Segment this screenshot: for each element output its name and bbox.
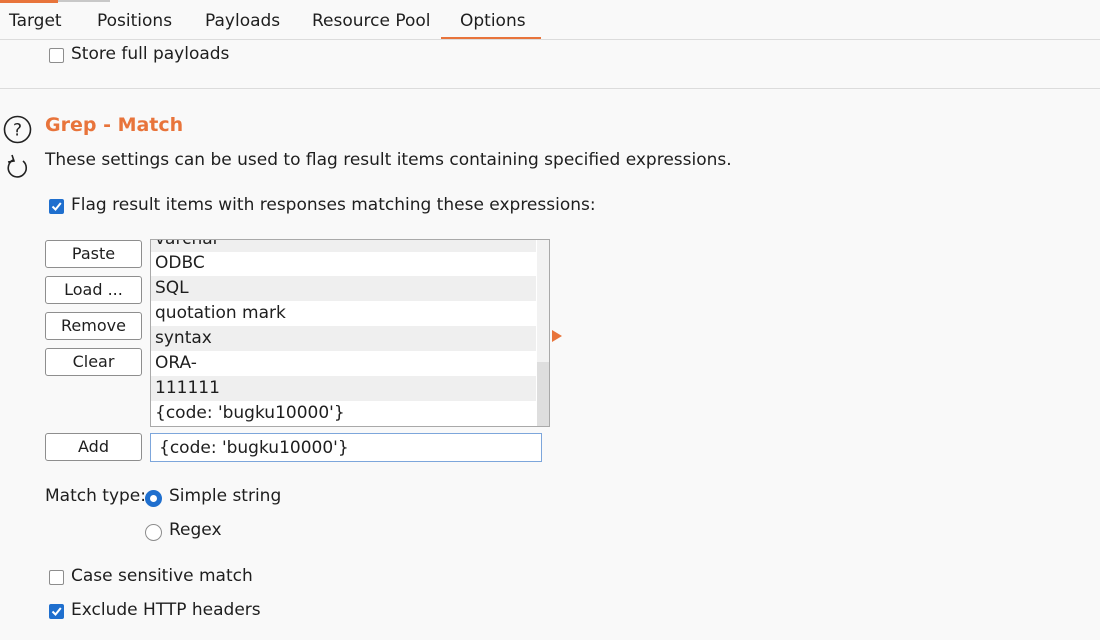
simple-string-radio[interactable] — [145, 490, 162, 507]
load-button[interactable]: Load ... — [45, 276, 142, 304]
tab-options[interactable]: Options — [441, 0, 541, 39]
paste-button[interactable]: Paste — [45, 240, 142, 268]
simple-string-label: Simple string — [169, 486, 282, 506]
remove-button[interactable]: Remove — [45, 312, 142, 340]
add-expression-input[interactable] — [150, 433, 542, 462]
section-title: Grep - Match — [45, 114, 184, 136]
list-scrollbar-thumb[interactable] — [537, 362, 549, 426]
list-item[interactable]: ORA- — [151, 351, 536, 376]
case-sensitive-label: Case sensitive match — [71, 566, 253, 586]
add-button[interactable]: Add — [45, 433, 142, 461]
case-sensitive-checkbox[interactable] — [49, 570, 64, 585]
flag-result-items-label: Flag result items with responses matchin… — [71, 195, 596, 215]
store-full-payloads-label: Store full payloads — [71, 44, 230, 64]
flag-result-items-checkbox[interactable] — [49, 199, 64, 214]
match-type-label: Match type: — [45, 486, 146, 506]
store-full-payloads-checkbox[interactable] — [49, 48, 64, 63]
list-item[interactable]: quotation mark — [151, 301, 536, 326]
regex-radio[interactable] — [145, 524, 162, 541]
svg-text:?: ? — [13, 121, 22, 141]
regex-label: Regex — [169, 520, 222, 540]
list-item[interactable]: SQL — [151, 276, 536, 301]
section-description: These settings can be used to flag resul… — [45, 150, 732, 170]
list-item[interactable]: 111111 — [151, 376, 536, 401]
tab-positions[interactable]: Positions — [78, 0, 191, 39]
section-divider — [0, 88, 1100, 89]
exclude-http-headers-checkbox[interactable] — [49, 604, 64, 619]
help-icon[interactable]: ? — [3, 115, 32, 144]
exclude-http-headers-label: Exclude HTTP headers — [71, 600, 261, 620]
list-item[interactable]: {code: 'bugku10000'} — [151, 401, 536, 426]
tab-payloads[interactable]: Payloads — [186, 0, 299, 39]
clear-button[interactable]: Clear — [45, 348, 142, 376]
refresh-icon[interactable] — [5, 154, 30, 180]
tab-resource-pool[interactable]: Resource Pool — [293, 0, 450, 39]
expression-list[interactable]: varchar ODBC SQL quotation mark syntax O… — [150, 239, 550, 427]
expand-arrow-icon[interactable] — [552, 327, 562, 342]
list-item[interactable]: ODBC — [151, 251, 536, 276]
list-item[interactable]: syntax — [151, 326, 536, 351]
tab-target[interactable]: Target — [0, 0, 81, 39]
